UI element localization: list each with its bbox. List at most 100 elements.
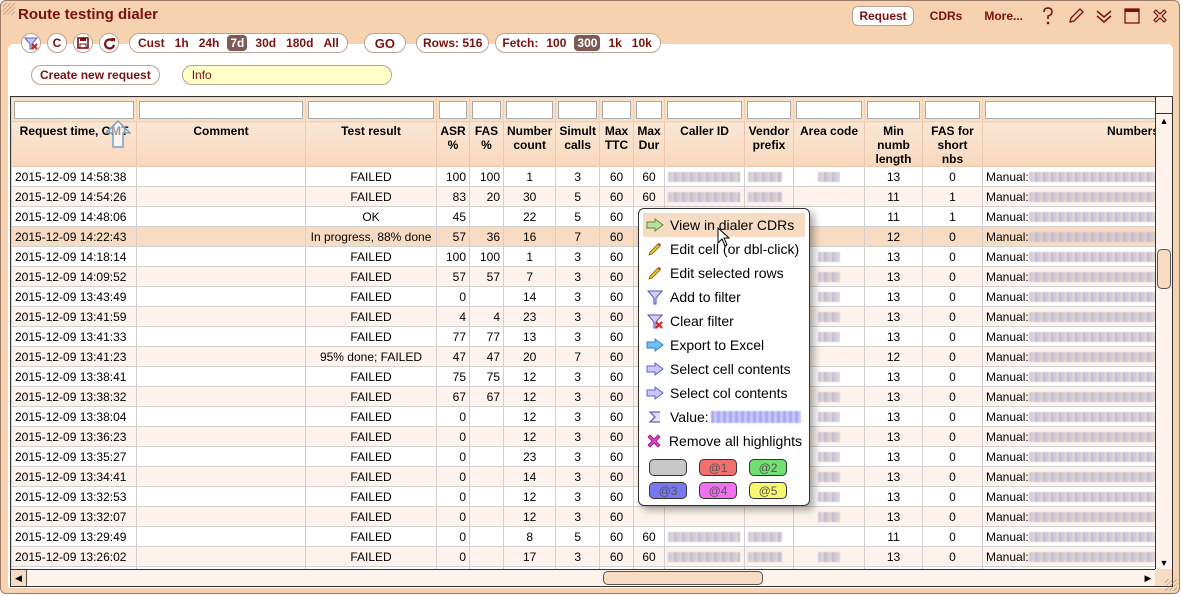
simult-calls-cell[interactable]: 3	[555, 426, 601, 447]
numbers-cell[interactable]: Manual:	[982, 266, 1164, 287]
scroll-down-icon[interactable]: ▼	[1156, 556, 1172, 570]
close-icon[interactable]	[1151, 7, 1169, 25]
fas-cell[interactable]: 75	[469, 366, 504, 387]
column-filter-input[interactable]	[667, 100, 743, 119]
comment-cell[interactable]	[136, 366, 306, 387]
fetch-10k[interactable]: 10k	[630, 36, 654, 50]
vertical-scroll-thumb[interactable]	[1157, 249, 1171, 289]
min-numb-length-cell[interactable]: 13	[864, 326, 924, 347]
max-dur-cell[interactable]: 60	[633, 526, 666, 547]
fas-short-cell[interactable]: 0	[922, 226, 984, 247]
help-icon[interactable]	[1039, 7, 1057, 25]
menu-clear-filter[interactable]: Clear filter	[643, 309, 805, 333]
comment-cell[interactable]	[136, 386, 306, 407]
number-count-cell[interactable]: 7	[502, 266, 557, 287]
request-time-cell[interactable]: 2015-12-09 13:41:59	[11, 306, 137, 327]
number-count-cell[interactable]: 16	[502, 226, 557, 247]
max-ttc-cell[interactable]: 60	[599, 286, 635, 307]
table-row[interactable]: 2015-12-09 13:34:41 FAILED 0 14 3 60 13 0 Manual…	[11, 466, 1164, 487]
area-code-cell[interactable]	[793, 166, 866, 187]
fas-cell[interactable]	[469, 466, 504, 487]
request-time-cell[interactable]: 2015-12-09 13:32:53	[11, 486, 137, 507]
request-time-cell[interactable]: 2015-12-09 13:41:23	[11, 346, 137, 367]
request-time-cell[interactable]: 2015-12-09 14:58:38	[11, 166, 137, 187]
numbers-cell[interactable]: Manual:	[982, 346, 1164, 367]
test-result-cell[interactable]: 95% done; FAILED	[305, 346, 437, 367]
test-result-cell[interactable]: FAILED	[305, 246, 437, 267]
vertical-scrollbar[interactable]: ▲ ▼	[1155, 97, 1172, 570]
highlight-button-4[interactable]: @4	[699, 482, 737, 499]
numbers-cell[interactable]: Manual:	[982, 306, 1164, 327]
asr-cell[interactable]: 75	[436, 366, 470, 387]
comment-cell[interactable]	[136, 266, 306, 287]
fas-short-cell[interactable]: 0	[922, 386, 984, 407]
fas-short-cell[interactable]: 0	[922, 426, 984, 447]
maximize-icon[interactable]	[1123, 7, 1141, 25]
fas-cell[interactable]: 47	[469, 346, 504, 367]
numbers-cell[interactable]: Manual:	[982, 326, 1164, 347]
comment-cell[interactable]	[136, 466, 306, 487]
fas-cell[interactable]	[469, 406, 504, 427]
number-count-cell[interactable]: 12	[502, 486, 557, 507]
max-dur-cell[interactable]: 60	[633, 186, 666, 207]
test-result-cell[interactable]: FAILED	[305, 526, 437, 547]
simult-calls-cell[interactable]: 3	[555, 166, 601, 187]
min-numb-length-cell[interactable]: 12	[864, 346, 924, 367]
min-numb-length-cell[interactable]: 13	[864, 426, 924, 447]
column-filter-input[interactable]	[636, 100, 663, 119]
table-row[interactable]: 2015-12-09 13:32:53 FAILED 0 12 3 60 13 0 Manual…	[11, 486, 1164, 507]
number-count-cell[interactable]: 14	[502, 286, 557, 307]
column-filter-input[interactable]	[985, 100, 1161, 119]
table-row[interactable]: 2015-12-09 14:54:26 FAILED 83 20 30 5 60 60 11 1 M…	[11, 186, 1164, 207]
max-ttc-cell[interactable]: 60	[599, 226, 635, 247]
comment-cell[interactable]	[136, 226, 306, 247]
fas-short-cell[interactable]: 0	[922, 446, 984, 467]
fetch-300[interactable]: 300	[574, 35, 601, 51]
column-filter-input[interactable]	[14, 100, 134, 119]
numbers-cell[interactable]: Manual:	[982, 386, 1164, 407]
test-result-cell[interactable]: OK	[305, 206, 437, 227]
request-time-cell[interactable]: 2015-12-09 14:09:52	[11, 266, 137, 287]
comment-cell[interactable]	[136, 286, 306, 307]
max-ttc-cell[interactable]: 60	[599, 346, 635, 367]
column-filter-input[interactable]	[747, 100, 792, 119]
min-numb-length-cell[interactable]: 13	[864, 166, 924, 187]
test-result-cell[interactable]: FAILED	[305, 506, 437, 527]
comment-cell[interactable]	[136, 186, 306, 207]
table-row[interactable]: 2015-12-09 14:58:38 FAILED 100 100 1 3 60 60 13 0…	[11, 166, 1164, 187]
comment-cell[interactable]	[136, 486, 306, 507]
fas-cell[interactable]: 100	[469, 246, 504, 267]
fas-short-cell[interactable]: 0	[922, 366, 984, 387]
fas-short-cell[interactable]: 0	[922, 406, 984, 427]
asr-cell[interactable]: 0	[436, 506, 470, 527]
number-count-cell[interactable]: 12	[502, 506, 557, 527]
fas-short-cell[interactable]: 1	[922, 206, 984, 227]
area-code-cell[interactable]	[793, 546, 866, 567]
number-count-cell[interactable]: 12	[502, 386, 557, 407]
request-time-cell[interactable]: 2015-12-09 14:54:26	[11, 186, 137, 207]
vendor-prefix-cell[interactable]	[744, 546, 795, 567]
simult-calls-cell[interactable]: 3	[555, 326, 601, 347]
period-180d[interactable]: 180d	[284, 36, 315, 50]
request-time-cell[interactable]: 2015-12-09 13:29:49	[11, 526, 137, 547]
max-ttc-cell[interactable]: 60	[599, 246, 635, 267]
test-result-cell[interactable]: FAILED	[305, 426, 437, 447]
fas-cell[interactable]: 36	[469, 226, 504, 247]
min-numb-length-cell[interactable]: 13	[864, 366, 924, 387]
table-row[interactable]: 2015-12-09 14:48:06OK452256060111Manual:	[11, 206, 1164, 227]
column-header[interactable]: Simult calls	[555, 121, 601, 167]
fas-short-cell[interactable]: 0	[922, 326, 984, 347]
numbers-cell[interactable]: Manual:	[982, 166, 1164, 187]
comment-cell[interactable]	[136, 166, 306, 187]
menu-edit-selected-rows[interactable]: Edit selected rows	[643, 261, 805, 285]
number-count-cell[interactable]: 8	[502, 526, 557, 547]
simult-calls-cell[interactable]: 5	[555, 206, 601, 227]
max-ttc-cell[interactable]: 60	[599, 206, 635, 227]
simult-calls-cell[interactable]: 3	[555, 406, 601, 427]
fas-cell[interactable]	[469, 206, 504, 227]
numbers-cell[interactable]: Manual:	[982, 246, 1164, 267]
menu-select-cell-contents[interactable]: Select cell contents	[643, 357, 805, 381]
simult-calls-cell[interactable]: 3	[555, 286, 601, 307]
simult-calls-cell[interactable]: 3	[555, 506, 601, 527]
collapse-icon[interactable]	[1095, 7, 1113, 25]
